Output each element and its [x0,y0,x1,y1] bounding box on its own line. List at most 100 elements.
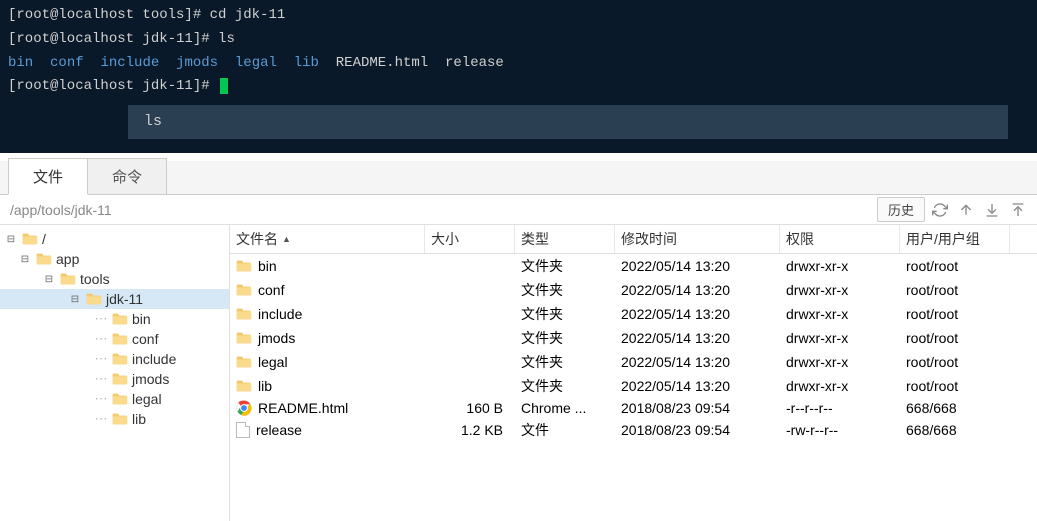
tree-node-lib[interactable]: lib [0,409,229,429]
folder-icon [86,292,102,306]
tree-label: legal [132,391,162,407]
tree-node-[interactable]: ⊟/ [0,229,229,249]
tree-label: include [132,351,176,367]
column-size[interactable]: 大小 [425,225,515,253]
file-row[interactable]: lib文件夹2022/05/14 13:20drwxr-xr-xroot/roo… [230,374,1037,398]
file-perm: drwxr-xr-x [780,257,900,275]
file-size [425,289,515,291]
parent-dir-icon[interactable] [955,199,977,221]
file-user: root/root [900,353,1010,371]
file-mtime: 2022/05/14 13:20 [615,329,780,347]
file-size [425,265,515,267]
file-perm: -r--r--r-- [780,399,900,417]
file-name: lib [258,378,272,394]
file-row[interactable]: include 文件夹2022/05/14 13:20drwxr-xr-xroot… [230,302,1037,326]
terminal-ls-output: bin conf include jmods legal lib README.… [8,52,1029,76]
tree-label: lib [132,411,146,427]
tab-file[interactable]: 文件 [8,158,88,195]
file-size [425,313,515,315]
tree-label: conf [132,331,158,347]
history-button[interactable]: 历史 [877,197,925,222]
file-row[interactable]: legal文件夹2022/05/14 13:20drwxr-xr-xroot/r… [230,350,1037,374]
tree-node-tools[interactable]: ⊟tools [0,269,229,289]
tab-bar: 文件 命令 [0,161,1037,195]
file-size: 160 B [425,399,515,417]
folder-icon [22,232,38,246]
file-name: legal [258,354,288,370]
folder-icon [36,252,52,266]
file-type: 文件夹 [515,351,615,373]
tree-label: jdk-11 [106,291,143,307]
terminal-panel[interactable]: [root@localhost tools]# cd jdk-11[root@l… [0,0,1037,153]
tree-node-jmods[interactable]: jmods [0,369,229,389]
terminal-current-line[interactable]: [root@localhost jdk-11]# [8,75,1029,99]
file-mtime: 2022/05/14 13:20 [615,377,780,395]
terminal-line: [root@localhost jdk-11]# ls [8,28,1029,52]
file-type: 文件夹 [515,375,615,397]
file-mtime: 2022/05/14 13:20 [615,257,780,275]
tab-command[interactable]: 命令 [87,158,167,194]
file-mtime: 2018/08/23 09:54 [615,399,780,417]
file-type: 文件夹 [515,279,615,301]
folder-icon [112,312,128,326]
file-name: include [258,306,302,322]
file-perm: drwxr-xr-x [780,353,900,371]
tree-label: bin [132,311,151,327]
file-row[interactable]: jmods文件夹2022/05/14 13:20drwxr-xr-xroot/r… [230,326,1037,350]
column-mtime[interactable]: 修改时间 [615,225,780,253]
tree-toggle-icon[interactable]: ⊟ [4,232,18,246]
file-perm: drwxr-xr-x [780,305,900,323]
main-panel: ⊟/⊟app⊟tools⊟jdk-11binconfincludejmodsle… [0,225,1037,521]
path-bar: /app/tools/jdk-11 历史 [0,195,1037,225]
file-perm: drwxr-xr-x [780,281,900,299]
file-type: Chrome ... [515,399,615,417]
column-user[interactable]: 用户/用户组 [900,225,1010,253]
terminal-search-input[interactable]: ls [128,105,1008,139]
current-path[interactable]: /app/tools/jdk-11 [8,202,877,218]
tree-node-bin[interactable]: bin [0,309,229,329]
terminal-line: [root@localhost tools]# cd jdk-11 [8,4,1029,28]
tree-toggle-icon[interactable]: ⊟ [18,252,32,266]
tree-label: app [56,251,79,267]
column-type[interactable]: 类型 [515,225,615,253]
folder-tree[interactable]: ⊟/⊟app⊟tools⊟jdk-11binconfincludejmodsle… [0,225,230,521]
folder-icon [60,272,76,286]
folder-icon [112,352,128,366]
tree-node-legal[interactable]: legal [0,389,229,409]
tree-toggle-icon[interactable]: ⊟ [68,292,82,306]
tree-toggle-icon[interactable]: ⊟ [42,272,56,286]
tree-node-app[interactable]: ⊟ app [0,249,229,269]
folder-icon [112,392,128,406]
file-perm: drwxr-xr-x [780,329,900,347]
tree-node-conf[interactable]: conf [0,329,229,349]
file-row[interactable]: conf文件夹2022/05/14 13:20drwxr-xr-xroot/ro… [230,278,1037,302]
tree-node-include[interactable]: include [0,349,229,369]
download-icon[interactable] [981,199,1003,221]
file-name: jmods [258,330,295,346]
tree-label: jmods [132,371,169,387]
file-user: root/root [900,305,1010,323]
file-size [425,385,515,387]
file-perm: -rw-r--r-- [780,421,900,439]
file-name: bin [258,258,277,274]
file-user: 668/668 [900,399,1010,417]
file-row[interactable]: README.html 160 BChrome ...2018/08/23 09:… [230,398,1037,418]
file-name: README.html [258,400,348,416]
file-row[interactable]: bin文件夹2022/05/14 13:20drwxr-xr-xroot/roo… [230,254,1037,278]
file-row[interactable]: release1.2 KB文件2018/08/23 09:54-rw-r--r-… [230,418,1037,442]
file-type: 文件夹 [515,327,615,349]
file-name: release [256,422,302,438]
file-type: 文件夹 [515,303,615,325]
file-size: 1.2 KB [425,421,515,439]
column-name[interactable]: 文件名▲ [230,225,425,253]
folder-icon [112,372,128,386]
column-perm[interactable]: 权限 [780,225,900,253]
tree-node-jdk11[interactable]: ⊟ jdk-11 [0,289,229,309]
refresh-icon[interactable] [929,199,951,221]
file-user: root/root [900,377,1010,395]
upload-icon[interactable] [1007,199,1029,221]
terminal-cursor-icon [220,78,228,94]
file-list[interactable]: 文件名▲ 大小 类型 修改时间 权限 用户/用户组 bin文件夹2022/05/… [230,225,1037,521]
file-user: root/root [900,281,1010,299]
file-mtime: 2022/05/14 13:20 [615,305,780,323]
